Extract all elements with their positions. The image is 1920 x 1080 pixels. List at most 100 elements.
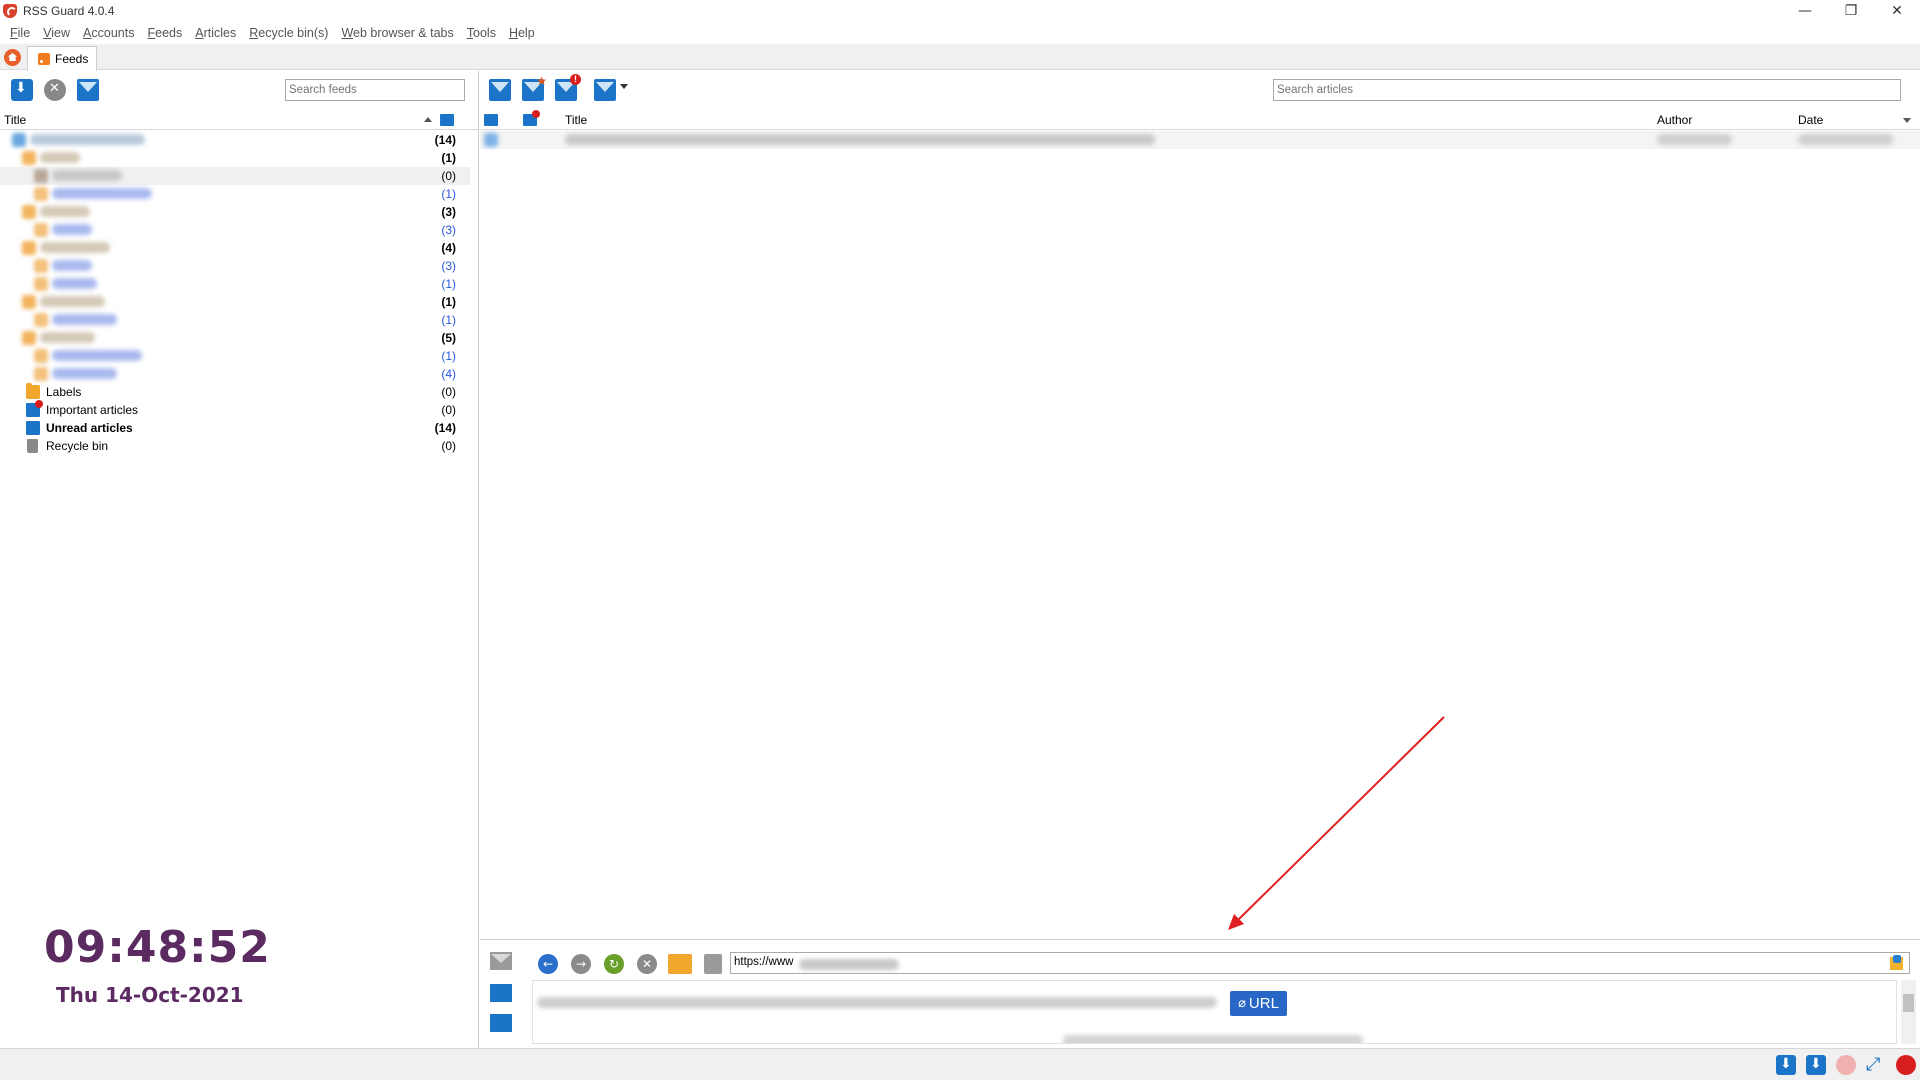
menu-articles[interactable]: Articles [189, 26, 243, 40]
forward-arrow-icon[interactable]: → [571, 954, 591, 974]
feeds-col-title[interactable]: Title [4, 113, 26, 127]
power-quit-icon[interactable] [1896, 1055, 1916, 1075]
extension-icon[interactable] [1890, 955, 1903, 970]
tree-row-category[interactable]: (4) [0, 239, 470, 257]
important-envelope-icon[interactable] [490, 984, 512, 1002]
tree-row-feed[interactable]: (1) [0, 185, 470, 203]
tab-feeds-label: Feeds [55, 52, 89, 66]
stop-icon[interactable] [1836, 1055, 1856, 1075]
unread-important-envelope-icon[interactable] [490, 1014, 512, 1032]
rss-feed-icon[interactable] [704, 954, 722, 974]
feed-name-blurred [52, 224, 92, 235]
tree-item-unread-articles[interactable]: Unread articles (14) [0, 419, 470, 437]
search-articles-input[interactable] [1273, 79, 1901, 101]
feed-name-blurred [52, 260, 92, 271]
account-name-blurred [30, 134, 145, 145]
category-name-blurred [40, 242, 110, 253]
tree-row-feed[interactable]: (1) [0, 275, 470, 293]
update-selected-download-icon[interactable] [1806, 1055, 1826, 1075]
category-name-blurred [40, 332, 95, 343]
mark-important-envelope-icon[interactable]: ★ [522, 74, 547, 101]
menu-web-browser-tabs[interactable]: Web browser & tabs [335, 26, 460, 40]
update-feeds-download-icon[interactable] [11, 79, 33, 101]
scrollbar-thumb[interactable] [1903, 994, 1914, 1012]
unread-icon [26, 421, 40, 435]
menu-recycle-bins[interactable]: Recycle bin(s) [243, 26, 335, 40]
tree-row-category[interactable]: (1) [0, 293, 470, 311]
articles-col-author[interactable]: Author [1657, 113, 1692, 127]
article-viewer: ← → ↻ ✕ https://www ⌀ URL [480, 939, 1920, 1048]
exclamation-icon: ! [570, 74, 581, 85]
tree-row-feed[interactable]: (3) [0, 221, 470, 239]
category-folder-icon [22, 295, 36, 309]
item-label: Labels [46, 385, 82, 399]
menu-help[interactable]: Help [503, 26, 542, 40]
tree-row-category[interactable]: (1) [0, 149, 470, 167]
tree-count: (1) [441, 277, 456, 291]
unread-column-envelope-icon[interactable] [440, 114, 454, 126]
category-folder-icon [22, 241, 36, 255]
stop-update-icon[interactable] [44, 79, 66, 101]
important-column-icon[interactable] [523, 110, 540, 126]
tree-row-category[interactable]: (3) [0, 203, 470, 221]
search-feeds-input[interactable] [285, 79, 465, 101]
feeds-column-header: Title [0, 111, 478, 130]
item-label: Recycle bin [46, 439, 109, 453]
tree-count: (4) [441, 367, 456, 381]
feed-name-blurred [52, 278, 97, 289]
mark-selection-envelope-icon[interactable] [594, 79, 616, 101]
tree-row-account[interactable]: (14) [0, 131, 470, 149]
menu-tools[interactable]: Tools [461, 26, 503, 40]
update-all-download-icon[interactable] [1776, 1055, 1796, 1075]
articles-col-title[interactable]: Title [565, 113, 587, 127]
tree-row-feed[interactable]: (0) [0, 167, 470, 185]
tree-count: (1) [441, 313, 456, 327]
mark-feeds-read-envelope-icon[interactable] [77, 79, 99, 101]
tree-row-feed[interactable]: (1) [0, 311, 470, 329]
chevron-down-icon[interactable] [620, 84, 628, 89]
window-title: RSS Guard 4.0.4 [23, 4, 115, 18]
title-bar: RSS Guard 4.0.4 — ❐ ✕ [0, 0, 1920, 22]
tree-count: (3) [441, 223, 456, 237]
clock-date: Thu 14-Oct-2021 [56, 983, 244, 1007]
tree-count: (1) [441, 151, 456, 165]
read-status-column-icon[interactable] [484, 114, 498, 126]
stop-loading-icon[interactable]: ✕ [637, 954, 657, 974]
menu-file[interactable]: File [4, 26, 37, 40]
url-bar[interactable]: https://www [730, 952, 1910, 974]
tree-row-feed[interactable]: (4) [0, 365, 470, 383]
article-author-blurred [1657, 134, 1732, 145]
close-button[interactable]: ✕ [1874, 0, 1920, 22]
articles-col-date[interactable]: Date [1798, 113, 1823, 127]
feed-name-blurred [52, 170, 122, 181]
tab-feeds[interactable]: Feeds [27, 46, 97, 71]
home-icon[interactable] [4, 49, 21, 66]
fullscreen-icon[interactable]: ⤢ [1866, 1055, 1886, 1075]
tree-item-recycle-bin[interactable]: Recycle bin (0) [0, 437, 470, 455]
reload-icon[interactable]: ↻ [604, 954, 624, 974]
url-link-button[interactable]: ⌀ URL [1230, 991, 1287, 1016]
articles-toolbar: ★ ! [480, 71, 1920, 111]
open-in-external-browser-folder-icon[interactable] [668, 954, 692, 974]
article-row[interactable] [480, 131, 1920, 149]
tree-item-labels[interactable]: Labels (0) [0, 383, 470, 401]
clock-time: 09:48:52 [44, 922, 271, 973]
tree-row-category[interactable]: (5) [0, 329, 470, 347]
sort-ascending-icon [424, 117, 432, 122]
feed-icon [34, 169, 48, 183]
tree-row-feed[interactable]: (3) [0, 257, 470, 275]
minimize-button[interactable]: — [1782, 0, 1828, 22]
menu-accounts[interactable]: Accounts [77, 26, 141, 40]
mark-read-envelope-icon[interactable] [489, 79, 511, 101]
mark-unread-important-envelope-icon[interactable]: ! [555, 74, 581, 101]
viewer-scrollbar[interactable] [1901, 980, 1916, 1044]
restore-button[interactable]: ❐ [1828, 0, 1874, 22]
open-article-envelope-icon[interactable] [490, 952, 512, 970]
feed-name-blurred [52, 350, 142, 361]
menu-view[interactable]: View [37, 26, 77, 40]
menu-feeds[interactable]: Feeds [141, 26, 189, 40]
tree-item-important-articles[interactable]: Important articles (0) [0, 400, 470, 419]
tree-row-feed[interactable]: (1) [0, 347, 470, 365]
back-arrow-icon[interactable]: ← [538, 954, 558, 974]
articles-panel: ★ ! Title Author Date ← → ↻ ✕ https://ww… [480, 71, 1920, 1048]
